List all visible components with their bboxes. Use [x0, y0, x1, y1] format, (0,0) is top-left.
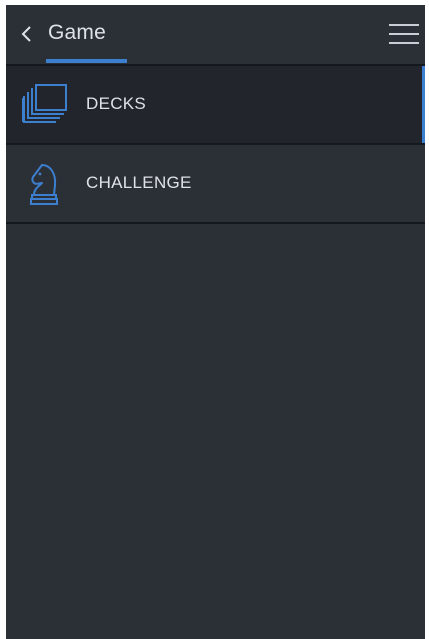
hamburger-menu-button[interactable] — [387, 19, 421, 49]
menu-item-label: CHALLENGE — [86, 173, 192, 192]
menu-bar — [389, 24, 419, 26]
chess-knight-icon — [30, 164, 58, 205]
game-screen: Game DECKS CHALLENGE — [6, 5, 425, 639]
menu-list: DECKS CHALLENGE — [6, 64, 425, 224]
cards-stack-icon — [22, 84, 67, 123]
back-button[interactable] — [16, 19, 38, 49]
menu-item-challenge[interactable]: CHALLENGE — [6, 145, 425, 224]
title-underline — [46, 59, 127, 63]
menu-item-label: DECKS — [86, 94, 147, 113]
menu-bar — [389, 42, 419, 44]
header-bar: Game — [6, 5, 425, 64]
menu-item-decks[interactable]: DECKS — [6, 64, 425, 145]
chevron-left-icon — [21, 26, 31, 42]
page-title: Game — [48, 21, 106, 44]
menu-bar — [389, 33, 419, 35]
